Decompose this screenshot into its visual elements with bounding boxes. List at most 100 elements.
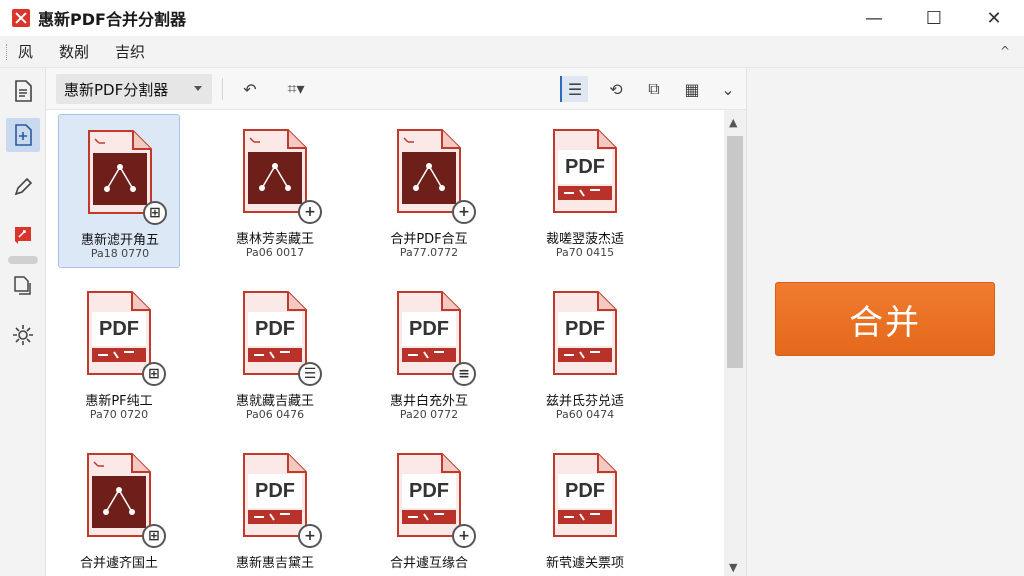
- document-icon: [15, 80, 32, 102]
- pencil-icon: [14, 177, 33, 196]
- pdf-label: PDF: [565, 480, 605, 502]
- file-name: 惠林芳卖藏王: [235, 232, 314, 247]
- rail-split-button[interactable]: [6, 118, 40, 152]
- mode-dropdown-label: 惠新PDF分割器: [64, 80, 169, 99]
- file-pages: Pa06 0476: [245, 408, 305, 421]
- rail-settings-button[interactable]: [6, 318, 40, 352]
- file-name: 裁嗟翌菠杰适: [545, 232, 624, 247]
- menu-item-1[interactable]: 㶡: [18, 41, 33, 62]
- file-tile[interactable]: ⊞ 合并遽齐国土: [58, 438, 180, 576]
- crop-icon: ⌗▾: [287, 79, 305, 98]
- file-tile[interactable]: PDF ≡ 惠井白充外互 Pa20 0772: [368, 276, 490, 430]
- copy-pages-icon: [14, 276, 31, 295]
- pdf-file-icon: [397, 129, 461, 213]
- pdf-label: PDF: [255, 318, 295, 340]
- file-pages: Pa70 0720: [89, 408, 149, 421]
- add-file-badge-icon[interactable]: ⊞: [143, 201, 167, 225]
- file-name: 惠就藏吉藏王: [235, 394, 314, 409]
- file-tile[interactable]: PDF 新茕遽关票项: [524, 438, 646, 576]
- scroll-up-arrow-icon[interactable]: ▲: [729, 116, 737, 129]
- window-controls: — ☐ ✕: [844, 0, 1024, 36]
- mode-dropdown[interactable]: 惠新PDF分割器: [56, 74, 212, 104]
- app-logo-icon: [12, 9, 30, 27]
- file-name: 合并PDF合互: [390, 232, 468, 247]
- vertical-scrollbar[interactable]: ▲ ▼: [724, 110, 746, 576]
- grid-view-button[interactable]: ▦: [678, 76, 706, 102]
- grid-view-icon: ▦: [684, 79, 700, 99]
- undo-button[interactable]: ↶: [236, 76, 264, 102]
- add-file-badge-icon[interactable]: ☰: [298, 362, 322, 386]
- stamp-icon: [15, 227, 31, 244]
- add-file-badge-icon[interactable]: ⊞: [142, 362, 166, 386]
- file-name: 兹并氐芬兑适: [545, 394, 624, 409]
- file-pages: Pa60 0474: [555, 408, 615, 421]
- pdf-file-icon: [87, 453, 151, 537]
- pdf-label: PDF: [409, 318, 449, 340]
- left-tool-rail: [0, 68, 46, 576]
- add-file-badge-icon[interactable]: ≡: [452, 362, 476, 386]
- undo-icon: ↶: [243, 79, 257, 99]
- file-tile[interactable]: PDF + 惠新惠吉黛王: [214, 438, 336, 576]
- chevron-down-icon: [194, 86, 202, 91]
- file-tile[interactable]: PDF ☰ 惠就藏吉藏王 Pa06 0476: [214, 276, 336, 430]
- file-tile[interactable]: PDF 兹并氐芬兑适 Pa60 0474: [524, 276, 646, 430]
- file-tile[interactable]: PDF + 合井遽互缘合: [368, 438, 490, 576]
- file-pages: Pa70 0415: [555, 246, 615, 259]
- minimize-button[interactable]: —: [844, 0, 904, 36]
- add-file-badge-icon[interactable]: +: [298, 524, 322, 548]
- add-file-badge-icon[interactable]: +: [298, 200, 322, 224]
- pdf-label: PDF: [255, 480, 295, 502]
- title-bar: 惠新PDF合并分割器 — ☐ ✕: [0, 0, 1024, 36]
- pdf-label: PDF: [565, 318, 605, 340]
- file-pages: Pa77.0772: [399, 246, 459, 259]
- add-file-badge-icon[interactable]: +: [452, 200, 476, 224]
- gear-icon: [13, 325, 33, 345]
- crop-button[interactable]: ⌗▾: [282, 76, 310, 102]
- preview-button[interactable]: ⧉: [640, 76, 668, 102]
- rail-stamp-button[interactable]: [6, 218, 40, 252]
- file-tile[interactable]: ⊞ 惠新滤开角五 Pa18 0770: [58, 114, 180, 268]
- add-file-badge-icon[interactable]: +: [452, 524, 476, 548]
- pdf-file-icon: [243, 129, 307, 213]
- pdf-label: PDF: [409, 480, 449, 502]
- file-tile[interactable]: + 惠林芳卖藏王 Pa06 0017: [214, 114, 336, 268]
- file-pages: Pa06 0017: [245, 246, 305, 259]
- toolbar-separator: [222, 78, 223, 100]
- maximize-button[interactable]: ☐: [904, 0, 964, 36]
- file-tile[interactable]: PDF ⊞ 惠新PF纯工 Pa70 0720: [58, 276, 180, 430]
- rotate-button[interactable]: ⟲: [602, 76, 630, 102]
- rotate-icon: ⟲: [609, 79, 623, 99]
- file-pages: Pa18 0770: [90, 247, 150, 260]
- action-panel: 合并: [746, 68, 1024, 576]
- more-options-button[interactable]: ⌄: [714, 76, 742, 102]
- menu-item-3[interactable]: 吉织: [115, 41, 145, 62]
- menu-bar: 㶡 数剐 吉织 ^: [0, 36, 1024, 68]
- pdf-label: PDF: [99, 318, 139, 340]
- file-name: 惠新惠吉黛王: [235, 556, 314, 571]
- rail-edit-button[interactable]: [6, 170, 40, 204]
- rail-separator: [8, 256, 38, 264]
- chevron-down-icon: ⌄: [721, 79, 735, 99]
- preview-icon: ⧉: [648, 79, 660, 98]
- file-name: 惠新PF纯工: [85, 394, 153, 409]
- file-tile[interactable]: PDF 裁嗟翌菠杰适 Pa70 0415: [524, 114, 646, 268]
- pdf-file-icon: [88, 130, 152, 214]
- file-tile[interactable]: + 合并PDF合互 Pa77.0772: [368, 114, 490, 268]
- menu-grip: [6, 43, 8, 60]
- list-view-icon: ☰: [567, 79, 583, 99]
- menu-item-2[interactable]: 数剐: [59, 41, 89, 62]
- close-button[interactable]: ✕: [964, 0, 1024, 36]
- list-view-button[interactable]: ☰: [560, 76, 588, 102]
- ribbon-collapse-icon[interactable]: ^: [1000, 44, 1010, 58]
- scroll-down-arrow-icon[interactable]: ▼: [729, 561, 737, 574]
- split-document-icon: [15, 124, 32, 146]
- rail-document-button[interactable]: [6, 74, 40, 108]
- merge-button[interactable]: 合并: [775, 282, 995, 356]
- rail-pages-button[interactable]: [6, 268, 40, 302]
- window-title: 惠新PDF合并分割器: [38, 10, 186, 29]
- view-toolbar: 惠新PDF分割器 ↶ ⌗▾ ☰ ⟲ ⧉ ▦ ⌄: [46, 68, 746, 110]
- file-grid: ⊞ 惠新滤开角五 Pa18 0770 + 惠林芳卖藏王 Pa06 0017 + 合并PDF合互…: [46, 110, 724, 576]
- file-pages: Pa20 0772: [399, 408, 459, 421]
- add-file-badge-icon[interactable]: ⊞: [142, 524, 166, 548]
- scroll-thumb[interactable]: [727, 136, 743, 368]
